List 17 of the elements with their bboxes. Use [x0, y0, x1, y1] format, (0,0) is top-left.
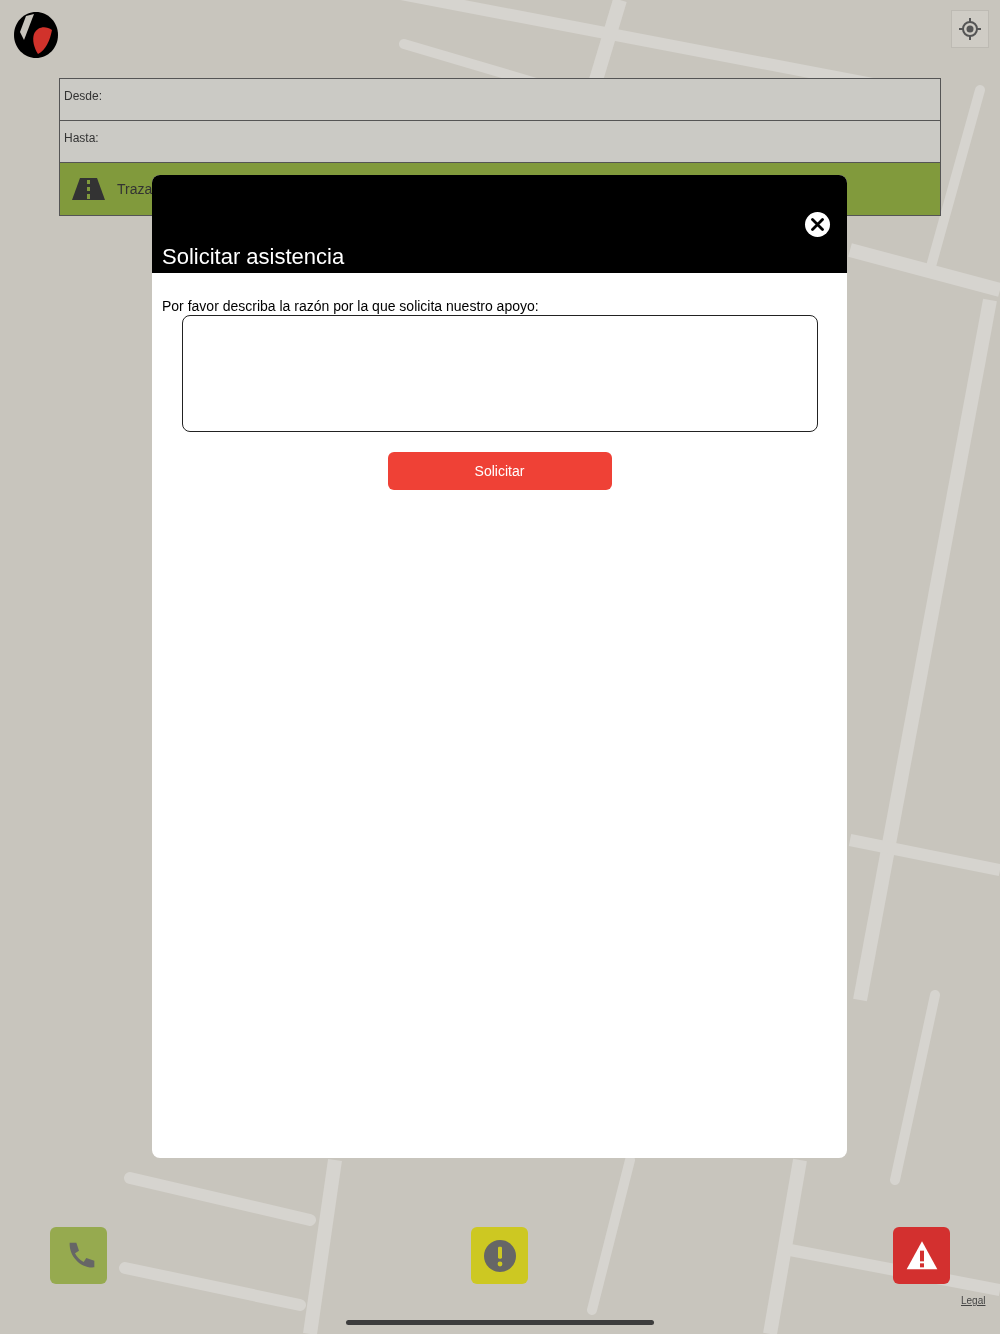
report-button[interactable] [471, 1227, 528, 1284]
close-icon [811, 218, 824, 231]
dialog-title: Solicitar asistencia [162, 243, 345, 271]
address-field[interactable]: Hasta: [60, 121, 940, 163]
close-button[interactable] [805, 212, 830, 237]
warning-icon [905, 1239, 938, 1272]
logo-icon [12, 10, 60, 60]
address-field[interactable]: Desde: [60, 79, 940, 121]
reason-field[interactable] [182, 315, 818, 432]
exclamation-icon [483, 1239, 516, 1272]
alert-button[interactable] [893, 1227, 950, 1284]
locate-button[interactable] [951, 10, 989, 48]
prompt-text: Por favor describa la razón por la que solicita nuestro apoyo: [162, 298, 540, 315]
legal-link[interactable]: Legal [961, 1293, 986, 1308]
submit-button[interactable]: Solicitar [387, 452, 612, 490]
locate-icon [959, 18, 981, 40]
road-icon [72, 178, 105, 200]
